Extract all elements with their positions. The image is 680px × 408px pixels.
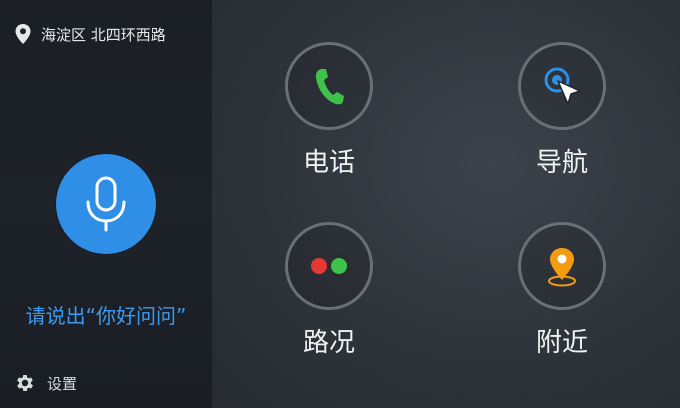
gear-icon	[17, 375, 33, 391]
navigation-button[interactable]	[518, 42, 606, 130]
current-location: 海淀区 北四环西路	[14, 22, 166, 46]
location-text: 海淀区 北四环西路	[41, 25, 166, 44]
traffic-lights-icon	[306, 254, 352, 278]
app-screen: 海淀区 北四环西路 请说出“你好问问” 设置 电话 导航 路况 附近	[0, 0, 680, 408]
nearby-button[interactable]	[518, 222, 606, 310]
traffic-tile[interactable]: 路况	[254, 222, 404, 358]
voice-button[interactable]	[56, 154, 156, 254]
phone-button[interactable]	[285, 42, 373, 130]
navigation-tile[interactable]: 导航	[487, 42, 637, 178]
location-pin-icon	[15, 24, 31, 44]
navigation-icon	[544, 67, 581, 105]
navigation-label: 导航	[535, 148, 588, 178]
sidebar: 海淀区 北四环西路 请说出“你好问问” 设置	[0, 0, 212, 408]
settings-label: 设置	[47, 374, 78, 393]
traffic-button[interactable]	[285, 222, 373, 310]
feature-grid: 电话 导航 路况 附近	[212, 0, 680, 408]
traffic-label: 路况	[302, 328, 355, 358]
nearby-pin-icon	[548, 248, 576, 287]
voice-hint: 请说出“你好问问”	[25, 304, 187, 328]
microphone-icon	[86, 176, 126, 232]
nearby-label: 附近	[535, 328, 588, 358]
phone-tile[interactable]: 电话	[254, 42, 404, 178]
phone-label: 电话	[302, 148, 355, 178]
settings-button[interactable]: 设置	[14, 371, 77, 395]
nearby-tile[interactable]: 附近	[487, 222, 637, 358]
phone-icon	[315, 69, 344, 105]
